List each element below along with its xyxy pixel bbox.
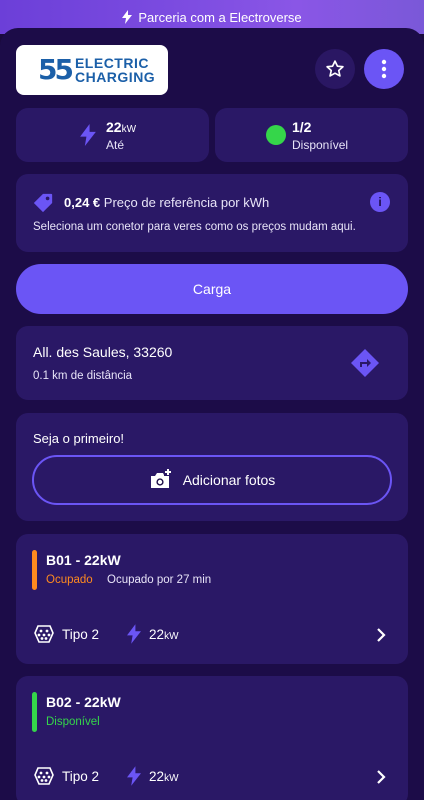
bolt-icon <box>122 10 133 24</box>
bolt-icon <box>127 624 142 644</box>
connector-status: Ocupado <box>46 574 93 586</box>
price-amount: 0,24 € <box>64 195 101 210</box>
favorite-button[interactable] <box>315 49 355 89</box>
star-icon <box>326 60 344 77</box>
info-icon[interactable]: i <box>370 192 390 212</box>
availability-label: Disponível <box>292 137 349 152</box>
connector-title: B02 - 22kW <box>46 694 121 710</box>
logo-mark: 55 <box>38 53 74 86</box>
logo-line1: ELECTRIC <box>74 55 149 71</box>
tag-icon <box>33 193 53 213</box>
address-text: All. des Saules, 33260 <box>33 344 173 360</box>
logo-words: ELECTRIC CHARGING <box>75 56 155 84</box>
camera-add-icon <box>150 469 171 488</box>
connector-details: Tipo 2 22kW <box>34 766 179 786</box>
connector-details: Tipo 2 22kW <box>34 624 179 644</box>
availability-text: 1/2 Disponível <box>292 119 348 152</box>
charge-button[interactable]: Carga <box>16 264 408 314</box>
logo-line2: CHARGING <box>74 69 156 85</box>
availability-card: 1/2 Disponível <box>215 108 408 162</box>
connector-status: Disponível <box>46 716 100 728</box>
connector-card-b01[interactable]: B01 - 22kW Ocupado Ocupado por 27 min Ti… <box>16 534 408 664</box>
type2-plug-icon <box>34 767 54 785</box>
location-card: All. des Saules, 33260 0.1 km de distânc… <box>16 326 408 400</box>
more-vertical-icon <box>381 59 387 79</box>
max-power-value: 22kW <box>106 118 137 135</box>
price-label: Preço de referência por kWh <box>103 195 270 210</box>
chevron-right-icon <box>377 770 386 784</box>
price-note: Seleciona um conetor para veres como os … <box>33 221 356 233</box>
connector-title: B01 - 22kW <box>46 552 121 568</box>
bolt-icon <box>80 124 96 146</box>
status-bar <box>32 550 37 590</box>
photos-title: Seja o primeiro! <box>33 431 125 446</box>
connector-type: Tipo 2 <box>62 768 100 784</box>
connector-power: 22kW <box>149 768 179 784</box>
availability-value: 1/2 <box>292 118 312 135</box>
connector-card-b02[interactable]: B02 - 22kW Disponível Tipo 2 22kW <box>16 676 408 800</box>
add-photos-label: Adicionar fotos <box>182 472 276 488</box>
max-power-text: 22kW Até <box>106 119 136 152</box>
connector-power: 22kW <box>149 626 179 642</box>
status-bar <box>32 692 37 732</box>
more-options-button[interactable] <box>364 49 404 89</box>
connector-occupied-duration: Ocupado por 27 min <box>107 574 212 586</box>
status-dot-icon <box>266 125 286 145</box>
operator-logo: 55 ELECTRIC CHARGING <box>16 45 168 95</box>
max-power-label: Até <box>106 137 125 152</box>
directions-icon[interactable] <box>350 348 380 378</box>
type2-plug-icon <box>34 625 54 643</box>
bolt-icon <box>127 766 142 786</box>
connector-type: Tipo 2 <box>62 626 100 642</box>
add-photos-button[interactable]: Adicionar fotos <box>32 455 392 505</box>
price-card: 0,24 € Preço de referência por kWh Selec… <box>16 174 408 252</box>
banner-text: Parceria com a Electroverse <box>138 9 302 25</box>
max-power-card: 22kW Até <box>16 108 209 162</box>
price-row: 0,24 € Preço de referência por kWh <box>64 195 269 210</box>
chevron-right-icon <box>377 628 386 642</box>
distance-text: 0.1 km de distância <box>33 370 133 382</box>
photos-card: Seja o primeiro! Adicionar fotos <box>16 413 408 521</box>
